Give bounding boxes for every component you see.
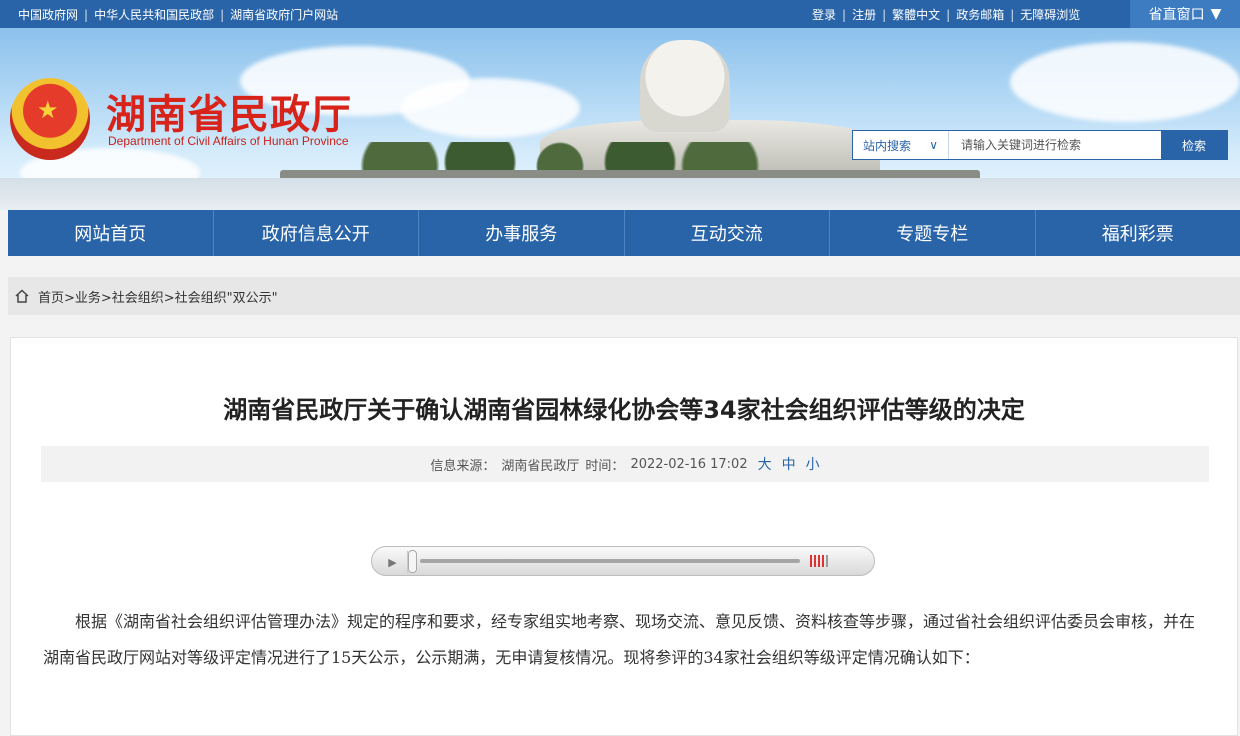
link-mca[interactable]: 中华人民共和国民政部 — [94, 6, 214, 23]
search-scope-label: 站内搜索 — [863, 138, 912, 153]
traditional-chinese-link[interactable]: 繁體中文 — [892, 6, 940, 23]
time-value: 2022-02-16 17:02 — [630, 456, 748, 472]
breadcrumb: 首页>业务>社会组织>社会组织"双公示" — [8, 277, 1240, 315]
play-icon[interactable]: ▶ — [378, 551, 408, 573]
portal-label: 省直窗口 — [1148, 7, 1205, 23]
time-label: 时间： — [585, 458, 625, 474]
article-meta: 信息来源： 湖南省民政厅 时间： 2022-02-16 17:02 大 中 小 — [41, 446, 1209, 482]
site-subtitle: Department of Civil Affairs of Hunan Pro… — [108, 134, 349, 148]
top-links-left: 中国政府网 | 中华人民共和国民政部 | 湖南省政府门户网站 — [18, 6, 339, 23]
cloud-decoration — [400, 78, 580, 138]
nav-item-gov-info[interactable]: 政府信息公开 — [214, 210, 419, 256]
chevron-down-icon: ∨ — [929, 138, 938, 152]
cloud-decoration — [1010, 42, 1240, 122]
breadcrumb-path[interactable]: 首页>业务>社会组织>社会组织"双公示" — [38, 287, 278, 306]
search-scope-select[interactable]: 站内搜索 ∨ — [853, 131, 949, 159]
search-button[interactable]: 检索 — [1161, 131, 1227, 159]
top-links-right: 登录 | 注册 | 繁體中文 | 政务邮箱 | 无障碍浏览 — [812, 6, 1081, 23]
seek-track[interactable] — [420, 559, 800, 563]
gov-mail-link[interactable]: 政务邮箱 — [956, 6, 1004, 23]
header-banner: ★ 湖南省民政厅 Department of Civil Affairs of … — [0, 28, 1240, 210]
article-container: 湖南省民政厅关于确认湖南省园林绿化协会等34家社会组织评估等级的决定 信息来源：… — [10, 337, 1238, 736]
register-link[interactable]: 注册 — [852, 6, 876, 23]
source-value: 湖南省民政厅 — [501, 458, 580, 474]
nav-item-services[interactable]: 办事服务 — [419, 210, 625, 256]
login-link[interactable]: 登录 — [812, 6, 836, 23]
water-illustration — [0, 178, 1240, 210]
accessibility-link[interactable]: 无障碍浏览 — [1020, 6, 1080, 23]
font-size-small-button[interactable]: 小 — [806, 454, 820, 474]
national-emblem-icon: ★ — [10, 78, 90, 160]
article-body: 根据《湖南省社会组织评估管理办法》规定的程序和要求，经专家组实地考察、现场交流、… — [43, 612, 1196, 667]
font-size-medium-button[interactable]: 中 — [782, 454, 796, 474]
audio-player: ▶ — [371, 546, 875, 576]
font-size-large-button[interactable]: 大 — [758, 454, 772, 474]
nav-item-lottery[interactable]: 福利彩票 — [1036, 210, 1240, 256]
caret-down-icon: ▼ — [1210, 6, 1222, 22]
nav-item-home[interactable]: 网站首页 — [8, 210, 214, 256]
source-label: 信息来源： — [430, 458, 496, 474]
main-nav: 网站首页 政府信息公开 办事服务 互动交流 专题专栏 福利彩票 — [8, 210, 1240, 256]
search-input[interactable] — [949, 131, 1161, 159]
search-box: 站内搜索 ∨ 检索 — [852, 130, 1228, 160]
site-title[interactable]: 湖南省民政厅 — [106, 82, 352, 140]
nav-item-interaction[interactable]: 互动交流 — [625, 210, 830, 256]
volume-control[interactable] — [810, 555, 828, 567]
provincial-portal-dropdown[interactable]: 省直窗口 ▼ — [1130, 0, 1240, 28]
statue-illustration — [640, 40, 730, 132]
top-bar: 中国政府网 | 中华人民共和国民政部 | 湖南省政府门户网站 登录 | 注册 |… — [0, 0, 1240, 28]
link-gov[interactable]: 中国政府网 — [18, 6, 78, 23]
home-icon — [14, 288, 30, 304]
seek-handle[interactable] — [408, 550, 417, 573]
article-title: 湖南省民政厅关于确认湖南省园林绿化协会等34家社会组织评估等级的决定 — [223, 396, 1025, 424]
link-hunan-portal[interactable]: 湖南省政府门户网站 — [230, 6, 338, 23]
nav-item-topics[interactable]: 专题专栏 — [830, 210, 1036, 256]
